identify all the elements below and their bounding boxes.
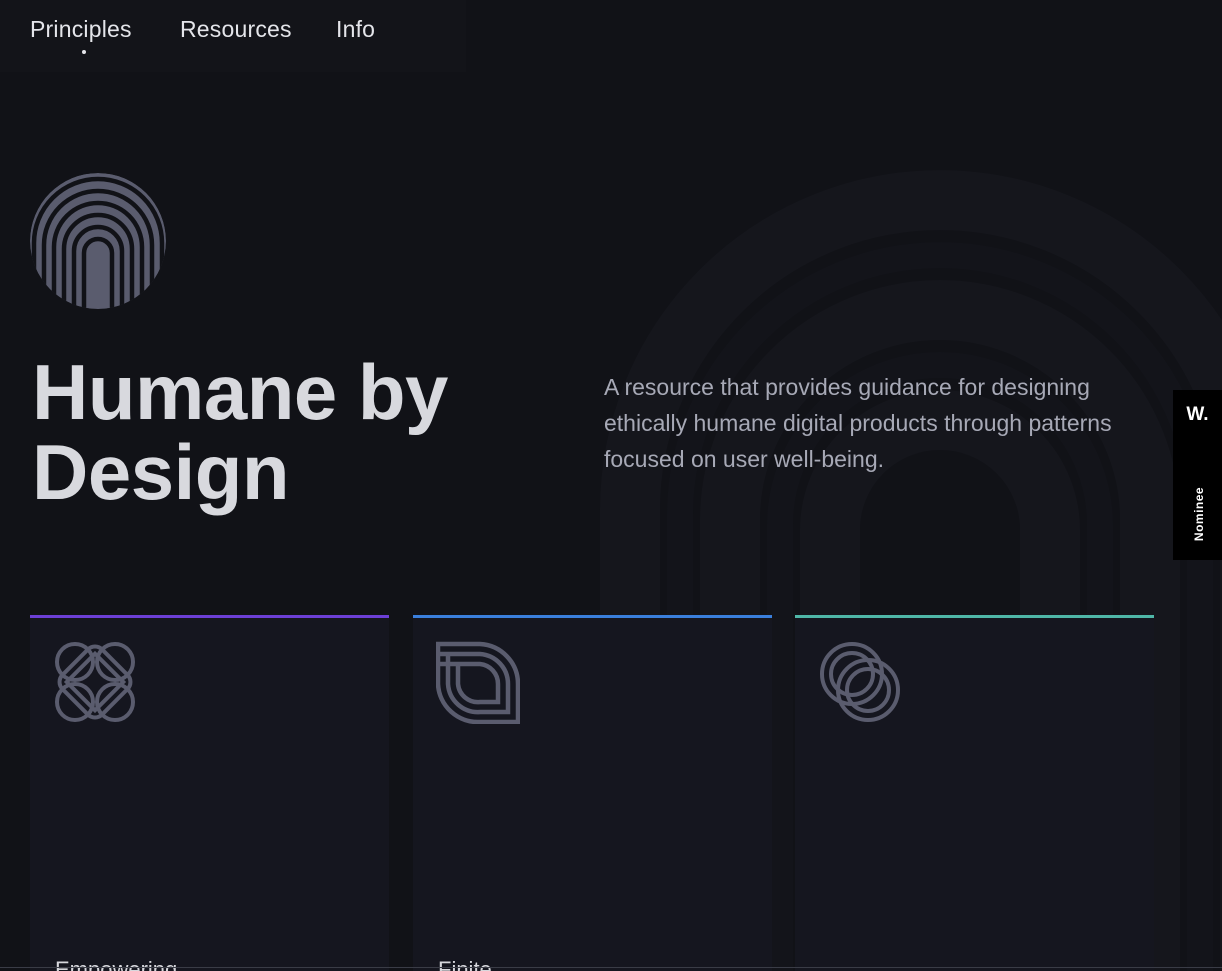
page-title: Humane by Design (32, 352, 448, 512)
card-accent-bar (413, 615, 772, 618)
page-title-line-2: Design (32, 428, 290, 516)
top-nav: Principles Resources Info (0, 0, 466, 72)
fingerprint-logo-icon (30, 173, 166, 309)
card-label-finite: Finite (438, 957, 492, 971)
page-title-line-1: Humane by (32, 348, 448, 436)
card-label-empowering: Empowering (55, 957, 178, 971)
awards-nominee-badge[interactable]: W. Nominee (1173, 390, 1222, 560)
interlock-square-icon (55, 642, 135, 722)
card-accent-bar (30, 615, 389, 618)
principle-card-connected[interactable] (795, 615, 1154, 971)
card-accent-bar (795, 615, 1154, 618)
nav-item-resources[interactable]: Resources (180, 16, 292, 43)
page: Principles Resources Info Humane by Desi… (0, 0, 1222, 971)
awards-logo-icon: W. (1186, 404, 1209, 425)
stacked-arc-icon (436, 641, 520, 724)
linked-rings-icon (820, 642, 900, 722)
badge-nominee-label: Nominee (1192, 486, 1206, 542)
principle-card-empowering[interactable]: Empowering (30, 615, 389, 971)
nav-item-principles[interactable]: Principles (30, 16, 132, 43)
principle-card-finite[interactable]: Finite (413, 615, 772, 971)
intro-description: A resource that provides guidance for de… (604, 374, 1112, 472)
viewport-divider (0, 967, 1222, 968)
nav-active-indicator (82, 50, 86, 54)
nav-item-info[interactable]: Info (336, 16, 375, 43)
